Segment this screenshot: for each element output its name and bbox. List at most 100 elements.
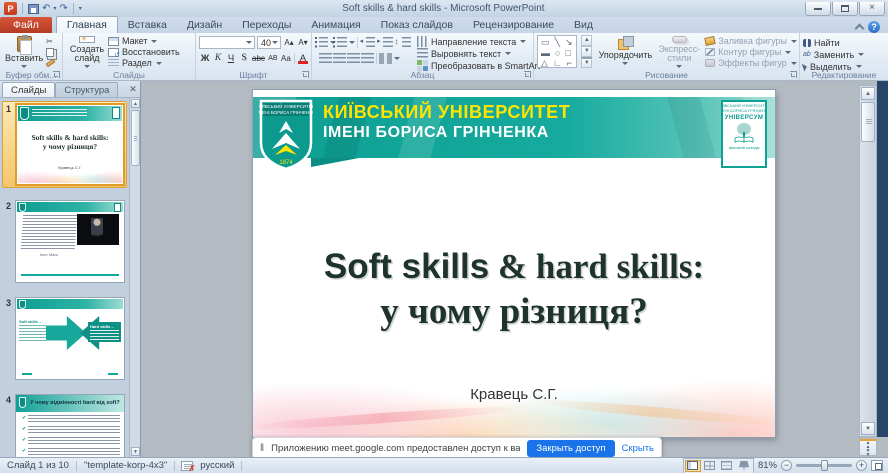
tab-slideshow[interactable]: Показ слайдов (371, 17, 463, 33)
shape-elbow-icon[interactable]: ∟ (553, 58, 562, 68)
tab-review[interactable]: Рецензирование (463, 17, 564, 33)
decrease-indent-icon[interactable] (366, 37, 375, 48)
language-indicator[interactable]: русский (193, 460, 241, 471)
quick-styles-button[interactable]: Экспресс-стили (656, 35, 702, 69)
shapes-scroll-down-button[interactable]: ▼ (581, 46, 592, 57)
numbering-dropdown-icon[interactable] (349, 41, 355, 44)
shape-fill-button[interactable]: Заливка фигуры (705, 36, 797, 46)
bullets-icon[interactable] (319, 37, 328, 48)
section-button[interactable]: Раздел (108, 58, 180, 68)
shape-effects-button[interactable]: Эффекты фигур (705, 58, 797, 68)
grow-font-button[interactable]: A▴ (283, 37, 295, 49)
stop-sharing-button[interactable]: Закрыть доступ (527, 440, 614, 457)
panel-scrollbar-thumb[interactable] (131, 110, 140, 166)
tab-insert[interactable]: Вставка (118, 17, 177, 33)
redo-button[interactable]: ↷ (59, 3, 67, 14)
scroll-up-icon[interactable]: ▲ (861, 87, 875, 100)
shapes-scroll-up-button[interactable]: ▲ (581, 35, 592, 46)
drawing-dialog-launcher[interactable] (790, 71, 797, 78)
panel-close-icon[interactable]: ✕ (126, 84, 140, 97)
justify-icon[interactable] (361, 53, 374, 64)
fit-to-window-button[interactable] (871, 460, 883, 471)
pause-icon[interactable]: ‖ (260, 443, 264, 454)
scrollbar-thumb[interactable] (861, 102, 875, 142)
slide-4-preview[interactable]: У чому відмінності hard від soft? ✔ ✔ ✔ … (15, 394, 125, 457)
slide-1-preview[interactable]: Soft skills & hard skills: у чому різниц… (15, 103, 125, 186)
format-painter-button[interactable] (45, 57, 56, 68)
shape-line-icon[interactable]: ╲ (555, 37, 560, 48)
text-shadow-button[interactable]: S (238, 52, 250, 64)
slide-2-preview[interactable]: Ілон Маск (15, 200, 125, 283)
paste-button[interactable]: Вставить (3, 35, 45, 69)
font-dialog-launcher[interactable] (302, 71, 309, 78)
tab-outline[interactable]: Структура (55, 82, 118, 97)
character-spacing-button[interactable]: АВ (267, 52, 279, 64)
shape-oval-icon[interactable]: ○ (555, 48, 560, 59)
find-button[interactable]: Найти (803, 37, 886, 48)
powerpoint-app-icon[interactable]: P (4, 2, 17, 15)
tab-animations[interactable]: Анимация (301, 17, 370, 33)
slide-author[interactable]: Кравець С.Г. (253, 386, 775, 403)
slide-thumbnail-1[interactable]: 1 Soft skills & hard skills: у чому різн… (2, 101, 127, 188)
slide-thumbnail-2[interactable]: 2 Ілон Маск (2, 198, 127, 285)
tab-file[interactable]: Файл (0, 17, 52, 33)
next-slide-icon[interactable]: ▼▼ (866, 449, 871, 457)
replace-button[interactable]: Заменить (803, 49, 886, 60)
current-slide-canvas[interactable]: КИЇВСЬКИЙ УНІВЕРСИТЕТ ІМЕНІ БОРИСА ГРІНЧ… (253, 90, 775, 437)
slideshow-view-button[interactable] (736, 460, 752, 472)
panel-scroll-up-icon[interactable]: ▲ (131, 99, 140, 108)
shapes-gallery[interactable]: ▭╲↘▬○□△∟⌐→↓◇≈⌒~{}☆ (537, 35, 577, 68)
strikethrough-button[interactable]: abc (251, 52, 266, 64)
panel-scroll-down-icon[interactable]: ▼ (131, 447, 140, 456)
cut-button[interactable]: ✂ (45, 36, 56, 47)
arrange-button[interactable]: Упорядочить (597, 35, 653, 69)
shapes-more-button[interactable]: ▼ (581, 57, 592, 68)
zoom-in-button[interactable]: + (856, 460, 867, 471)
text-direction-button[interactable]: Направление текста (417, 36, 550, 47)
italic-button[interactable]: К (212, 52, 224, 64)
scroll-down-icon[interactable]: ▼ (861, 422, 875, 435)
shape-rectangle-icon[interactable]: ▭ (541, 37, 550, 48)
align-right-icon[interactable] (347, 53, 360, 64)
new-slide-button[interactable]: Создать слайд (66, 35, 108, 69)
tab-home[interactable]: Главная (56, 16, 118, 33)
increase-indent-icon[interactable] (383, 37, 392, 48)
slide-sorter-view-button[interactable] (702, 460, 718, 472)
slide-3-preview[interactable]: Soft skills – Hard skills – (15, 297, 125, 380)
save-icon[interactable] (28, 4, 39, 14)
copy-button[interactable] (45, 47, 56, 58)
columns-dropdown-icon[interactable] (394, 57, 400, 60)
shrink-font-button[interactable]: A▾ (297, 37, 309, 49)
close-button[interactable]: × (859, 2, 885, 16)
restore-button[interactable] (832, 2, 858, 16)
slide-thumbnail-3[interactable]: 3 Soft skills – Hard skills – (2, 295, 127, 382)
reset-button[interactable]: Восстановить (108, 47, 180, 57)
reading-view-button[interactable] (719, 460, 735, 472)
normal-view-button[interactable] (685, 460, 701, 472)
clipboard-dialog-launcher[interactable] (53, 71, 60, 78)
tab-slides-thumbnails[interactable]: Слайды (2, 82, 55, 97)
panel-scrollbar[interactable]: ▲ ▼ (129, 98, 140, 457)
font-name-combobox[interactable] (199, 36, 255, 49)
slide-title[interactable]: Soft skills & hard skills: у чому різниц… (253, 245, 775, 335)
minimize-button[interactable] (805, 2, 831, 16)
paragraph-dialog-launcher[interactable] (524, 71, 531, 78)
shape-elbow-connector-icon[interactable]: ⌐ (567, 58, 572, 68)
line-spacing-icon[interactable] (402, 37, 411, 48)
undo-button[interactable]: ↶ (42, 3, 50, 14)
slide-thumbnail-4[interactable]: 4 У чому відмінності hard від soft? ✔ ✔ … (2, 392, 127, 457)
zoom-slider[interactable] (796, 464, 852, 467)
tab-view[interactable]: Вид (564, 17, 603, 33)
spell-check-icon[interactable] (181, 461, 193, 471)
bold-button[interactable]: Ж (199, 52, 211, 64)
shape-outline-button[interactable]: Контур фигуры (705, 47, 797, 57)
undo-dropdown-icon[interactable]: ▾ (53, 5, 56, 12)
underline-button[interactable]: Ч (225, 52, 237, 64)
shape-triangle-icon[interactable]: △ (541, 58, 548, 68)
align-left-icon[interactable] (319, 53, 332, 64)
hide-notification-link[interactable]: Скрыть (622, 443, 654, 454)
change-case-button[interactable]: Аа (280, 52, 292, 64)
tab-transitions[interactable]: Переходы (232, 17, 301, 33)
zoom-slider-thumb[interactable] (821, 460, 828, 471)
font-color-button[interactable]: А (297, 52, 309, 64)
